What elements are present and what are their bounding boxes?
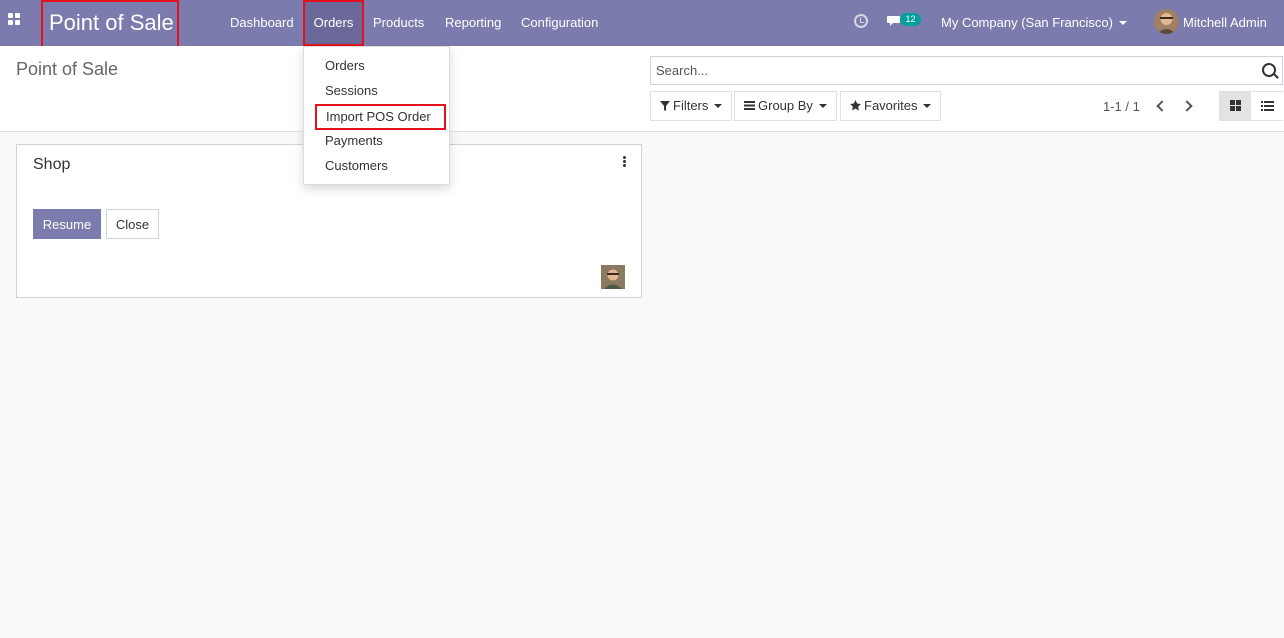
star-icon xyxy=(850,100,861,111)
dropdown-item-orders[interactable]: Orders xyxy=(304,54,449,78)
favorites-label: Favorites xyxy=(864,98,918,113)
caret-down-icon xyxy=(923,104,932,108)
group-by-label: Group By xyxy=(758,98,813,113)
chevron-left-icon[interactable] xyxy=(1156,100,1168,112)
filters-button[interactable]: Filters xyxy=(650,91,733,121)
favorites-button[interactable]: Favorites xyxy=(840,91,942,121)
search-input[interactable] xyxy=(651,57,1241,84)
user-menu[interactable]: Mitchell Admin xyxy=(1183,0,1267,46)
kanban-view-button[interactable] xyxy=(1220,92,1251,120)
orders-dropdown-menu: Orders Sessions Import POS Order Payment… xyxy=(303,46,450,185)
close-button[interactable]: Close xyxy=(106,209,159,239)
menu-reporting[interactable]: Reporting xyxy=(445,0,501,46)
chevron-right-icon[interactable] xyxy=(1181,100,1193,112)
list-view-icon xyxy=(1261,101,1274,111)
avatar[interactable] xyxy=(1154,9,1179,34)
pager-value[interactable]: 1-1 / 1 xyxy=(1103,99,1140,114)
chat-count-badge: 12 xyxy=(900,13,921,26)
group-by-button[interactable]: Group By xyxy=(734,91,837,121)
menu-products[interactable]: Products xyxy=(373,0,424,46)
filters-label: Filters xyxy=(673,98,709,113)
caret-down-icon xyxy=(1118,21,1127,25)
resume-button[interactable]: Resume xyxy=(33,209,101,239)
control-panel: Point of Sale Filters Group By Favorites… xyxy=(0,46,1284,132)
kebab-menu-icon[interactable] xyxy=(623,156,627,168)
caret-down-icon xyxy=(818,104,827,108)
menu-dashboard[interactable]: Dashboard xyxy=(230,0,294,46)
filter-icon xyxy=(660,101,670,111)
list-view-button[interactable] xyxy=(1252,92,1283,120)
chat-icon[interactable] xyxy=(887,15,901,27)
card-title: Shop xyxy=(33,156,71,173)
company-switcher[interactable]: My Company (San Francisco) xyxy=(941,0,1127,46)
group-by-icon xyxy=(744,101,755,110)
dropdown-item-sessions[interactable]: Sessions xyxy=(304,79,449,103)
main-navbar: Point of Sale Dashboard Orders Products … xyxy=(0,0,1284,50)
clock-icon[interactable] xyxy=(854,14,868,28)
dropdown-item-customers[interactable]: Customers xyxy=(304,154,449,178)
apps-icon[interactable] xyxy=(8,13,24,29)
dropdown-item-import-pos-order[interactable]: Import POS Order xyxy=(315,104,446,130)
search-bar xyxy=(650,56,1283,85)
kanban-view-icon xyxy=(1230,100,1241,111)
search-icon[interactable] xyxy=(1262,63,1276,77)
caret-down-icon xyxy=(714,104,723,108)
breadcrumb: Point of Sale xyxy=(16,59,119,79)
menu-orders[interactable]: Orders xyxy=(303,0,364,46)
view-switcher xyxy=(1219,91,1283,121)
dropdown-item-payments[interactable]: Payments xyxy=(304,129,449,153)
avatar xyxy=(601,265,625,289)
company-name: My Company (San Francisco) xyxy=(941,15,1113,30)
app-brand[interactable]: Point of Sale xyxy=(41,0,179,50)
menu-configuration[interactable]: Configuration xyxy=(521,0,598,46)
